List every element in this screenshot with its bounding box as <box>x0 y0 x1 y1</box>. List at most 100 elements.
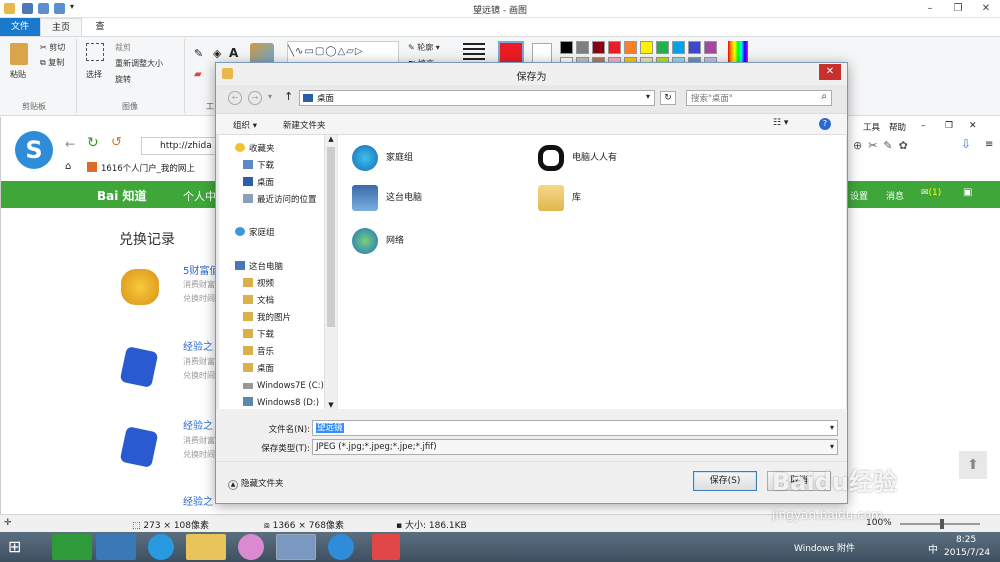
filename-input[interactable]: 望远镜 ▾ <box>312 420 838 436</box>
pencil-icon[interactable]: ✎ <box>194 47 203 60</box>
undo-close-icon[interactable]: ↺ <box>111 135 122 150</box>
nav-personal-center[interactable]: 个人中 <box>183 188 216 204</box>
nav-music[interactable]: 音乐 <box>243 344 274 360</box>
palette-color-swatch[interactable] <box>640 41 653 54</box>
paste-button[interactable]: 粘贴 <box>10 69 26 80</box>
clock-time[interactable]: 8:25 <box>956 535 976 545</box>
tab-home[interactable]: 主页 <box>40 18 82 36</box>
nav-this-pc[interactable]: 这台电脑 <box>235 259 283 275</box>
tab-view[interactable]: 查看 <box>82 18 118 50</box>
nav-homegroup[interactable]: 家庭组 <box>235 225 275 241</box>
browser-close-icon[interactable]: ✕ <box>969 121 977 131</box>
palette-color-swatch[interactable] <box>560 41 573 54</box>
refresh-icon[interactable]: ↻ <box>660 91 676 105</box>
rotate-button[interactable]: 旋转 <box>115 74 131 85</box>
filename-dropdown-icon[interactable]: ▾ <box>830 421 834 435</box>
palette-color-swatch[interactable] <box>624 41 637 54</box>
select-icon[interactable] <box>86 43 104 61</box>
nav-videos[interactable]: 视频 <box>243 276 274 292</box>
palette-color-swatch[interactable] <box>608 41 621 54</box>
taskbar-app-hi-icon[interactable] <box>372 534 400 560</box>
taskbar-language[interactable]: Windows 附件 <box>794 541 855 554</box>
ime-indicator[interactable]: 中 <box>928 541 938 556</box>
nav-mail[interactable]: ✉(1) <box>921 188 941 198</box>
cut-button[interactable]: ✂ 剪切 <box>40 42 65 53</box>
nav-favorites[interactable]: 收藏夹 <box>235 141 275 157</box>
taskbar-ie-icon[interactable] <box>148 534 174 560</box>
palette-color-swatch[interactable] <box>576 41 589 54</box>
nav-messages[interactable]: 消息 <box>886 189 904 202</box>
back-icon[interactable]: ← <box>65 137 75 151</box>
scrollbar-thumb[interactable] <box>327 147 335 327</box>
nav-documents[interactable]: 文档 <box>243 293 274 309</box>
nav-pictures[interactable]: 我的图片 <box>243 310 291 326</box>
address-bar[interactable]: 桌面 ▾ <box>299 90 655 106</box>
nav-settings[interactable]: 设置 <box>850 189 868 202</box>
copy-button[interactable]: ⧉ 复制 <box>40 57 64 68</box>
eraser-icon[interactable]: ▰ <box>194 69 202 80</box>
nav-drive-d[interactable]: Windows8 (D:) <box>243 395 319 409</box>
nav-desktop[interactable]: 桌面 <box>243 175 274 191</box>
palette-color-swatch[interactable] <box>656 41 669 54</box>
select-button[interactable]: 选择 <box>86 69 102 80</box>
color2-swatch[interactable] <box>532 43 552 63</box>
scroll-down-icon[interactable]: ▼ <box>325 401 337 409</box>
address-dropdown-icon[interactable]: ▾ <box>646 92 650 101</box>
browser-menu-help[interactable]: 帮助 <box>889 121 906 133</box>
nav-drive-c[interactable]: Windows7E (C:) <box>243 378 324 394</box>
back-icon[interactable]: ← <box>228 91 242 105</box>
clock-date[interactable]: 2015/7/24 <box>944 548 990 558</box>
download-icon[interactable]: ⇩ <box>961 137 971 151</box>
crop-button[interactable]: 裁剪 <box>115 42 131 53</box>
search-box[interactable]: 搜索"桌面" ⌕ <box>686 90 832 106</box>
filetype-dropdown-icon[interactable]: ▾ <box>830 440 834 454</box>
forward-icon[interactable]: → <box>248 91 262 105</box>
record-title[interactable]: 经验之 <box>183 338 213 353</box>
dialog-close-button[interactable]: ✕ <box>819 64 841 80</box>
tab-file[interactable]: 文件 <box>0 18 40 36</box>
taskbar-app-excel-icon[interactable] <box>52 534 92 560</box>
refresh-icon[interactable]: ↻ <box>87 135 99 151</box>
file-item-this-pc[interactable]: 这台电脑 <box>352 183 422 213</box>
resize-button[interactable]: 重新调整大小 <box>115 58 163 69</box>
browser-menu-tools[interactable]: 工具 <box>863 121 880 133</box>
zoom-slider-thumb[interactable] <box>940 519 944 529</box>
nav-pc-downloads[interactable]: 下载 <box>243 327 274 343</box>
scroll-up-icon[interactable]: ▲ <box>325 135 337 143</box>
navigation-scrollbar[interactable]: ▲ ▼ <box>324 135 337 409</box>
record-title[interactable]: 经验之 <box>183 417 213 432</box>
scroll-top-icon[interactable]: ⬆ <box>959 451 987 479</box>
record-title[interactable]: 5财富值 <box>183 262 219 277</box>
up-icon[interactable]: ↑ <box>284 90 293 103</box>
organize-button[interactable]: 组织 ▾ <box>233 119 257 131</box>
home-icon[interactable]: ⌂ <box>65 161 71 172</box>
view-options-icon[interactable]: ☷ ▾ <box>773 118 788 128</box>
browser-minimize-icon[interactable]: – <box>921 121 926 131</box>
browser-toolbar-icons[interactable]: ⊕✂✎✿ <box>853 139 914 152</box>
taskbar-browser-icon[interactable] <box>328 534 354 560</box>
browser-tab[interactable]: 1616个人门户_我的网上 <box>87 161 217 177</box>
gift-icon[interactable]: ▣ <box>963 187 972 198</box>
nav-recent-places[interactable]: 最近访问的位置 <box>243 192 317 208</box>
new-folder-button[interactable]: 新建文件夹 <box>283 119 326 131</box>
hide-folders-toggle[interactable]: ▲ 隐藏文件夹 <box>228 477 284 490</box>
minimize-icon[interactable]: – <box>916 0 944 17</box>
browser-url-input[interactable]: http://zhida <box>141 137 221 155</box>
file-item-panda[interactable]: 电脑人人有 <box>538 143 617 173</box>
more-icon[interactable]: ≡ <box>985 139 993 150</box>
start-icon[interactable]: ⊞ <box>8 538 21 556</box>
shapes-gallery[interactable]: ╲∿▭▢◯△▱▷ <box>287 41 399 63</box>
file-item-network[interactable]: 网络 <box>352 226 404 256</box>
nav-downloads[interactable]: 下载 <box>243 158 274 174</box>
fill-icon[interactable]: ◈ <box>213 47 221 60</box>
palette-color-swatch[interactable] <box>688 41 701 54</box>
outline-button[interactable]: ✎ 轮廓 ▾ <box>408 42 440 53</box>
text-icon[interactable]: A <box>229 46 238 60</box>
filetype-select[interactable]: JPEG (*.jpg;*.jpeg;*.jpe;*.jfif) ▾ <box>312 439 838 455</box>
record-title[interactable]: 经验之 <box>183 493 213 508</box>
file-item-homegroup[interactable]: 家庭组 <box>352 143 413 173</box>
palette-color-swatch[interactable] <box>672 41 685 54</box>
restore-icon[interactable]: ❐ <box>944 0 972 17</box>
palette-color-swatch[interactable] <box>592 41 605 54</box>
palette-color-swatch[interactable] <box>704 41 717 54</box>
